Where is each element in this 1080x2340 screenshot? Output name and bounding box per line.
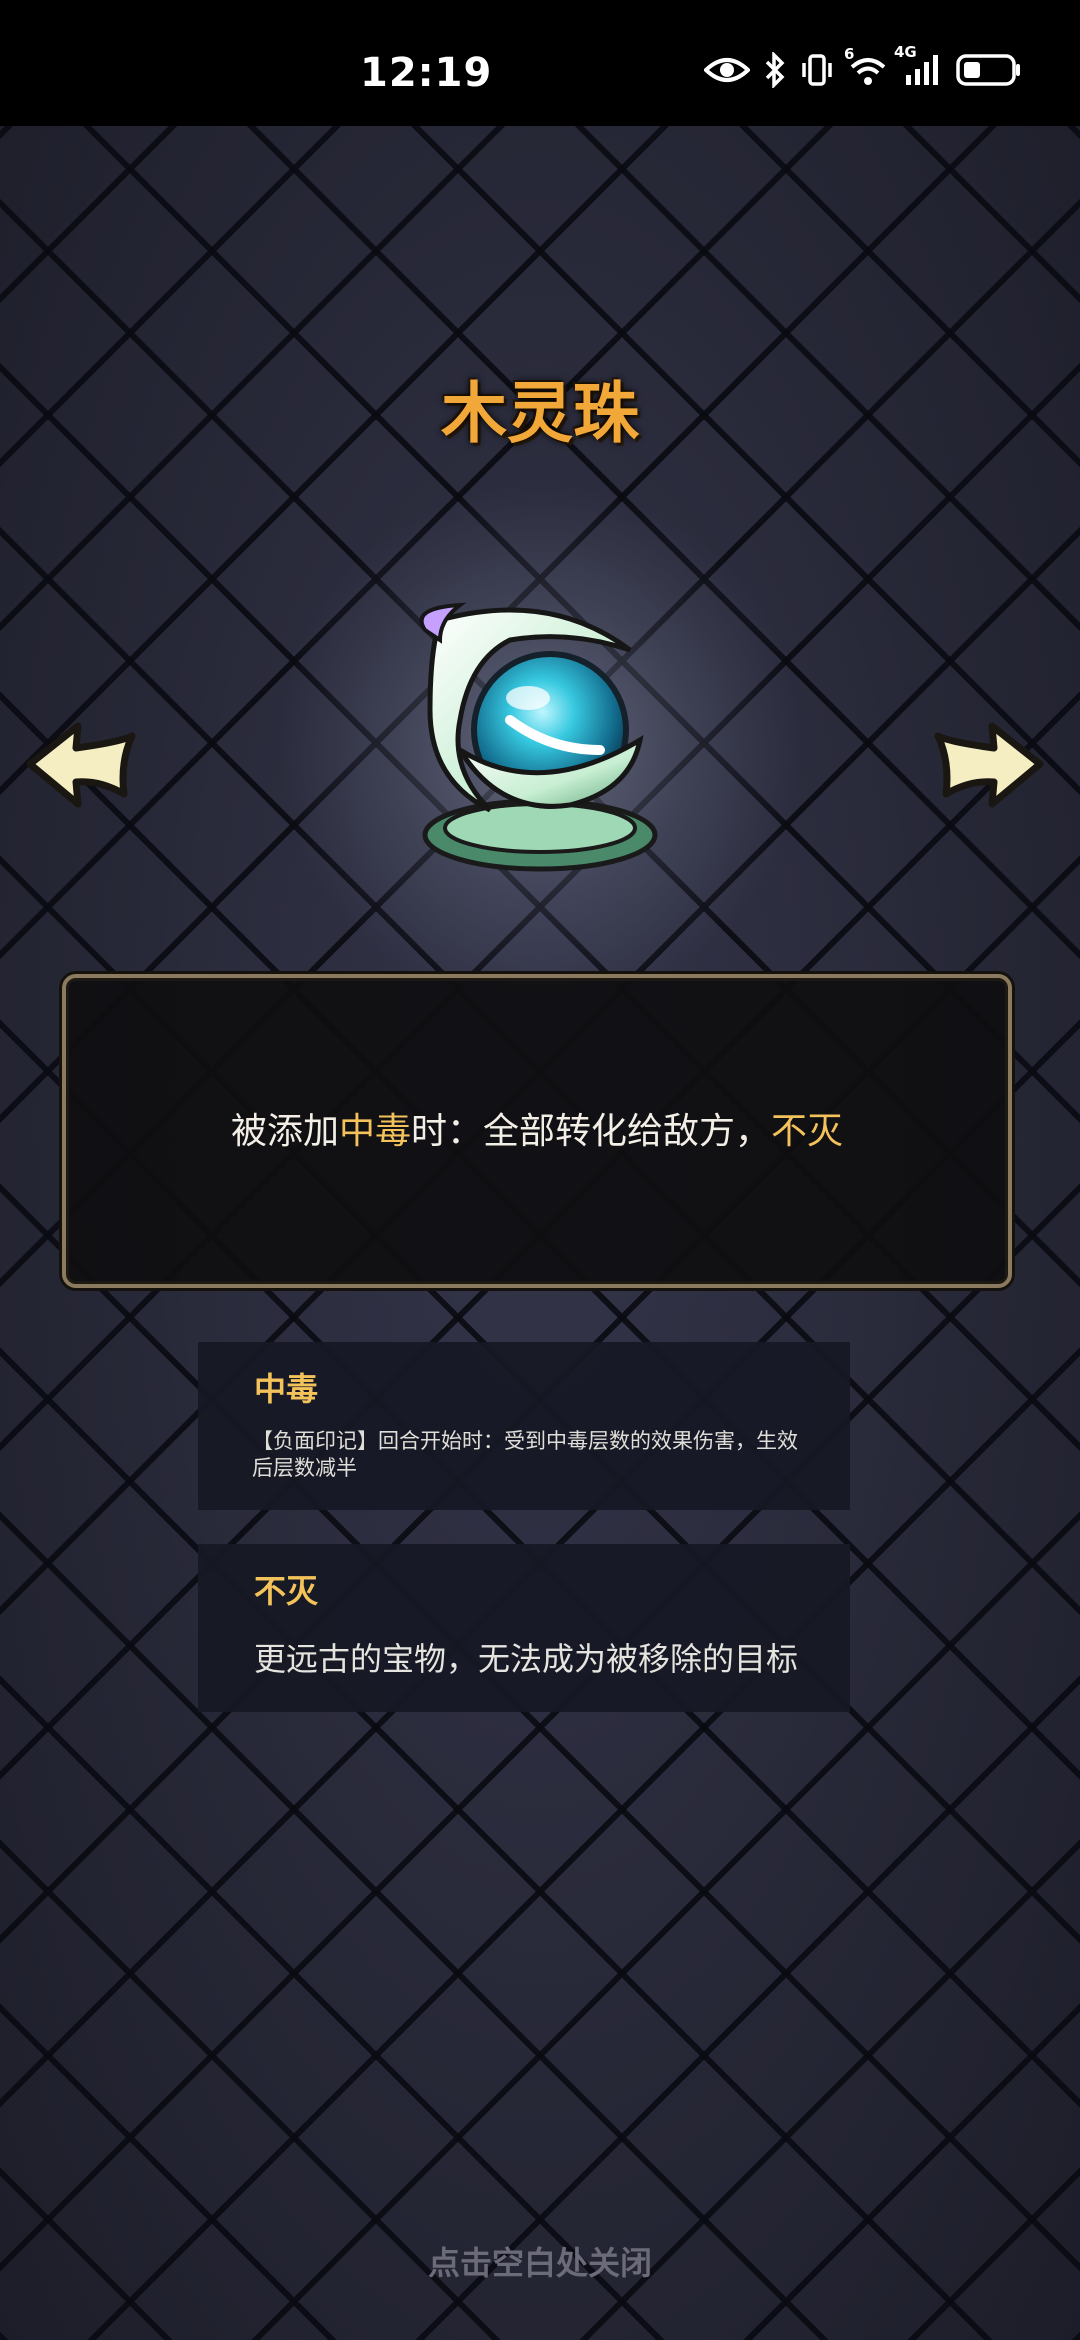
signal-4g-icon: 4G xyxy=(894,43,942,91)
effect-description-panel: 被添加中毒时：全部转化给敌方，不灭 xyxy=(62,974,1012,1288)
keyword-description: 【负面印记】回合开始时：受到中毒层数的效果伤害，生效后层数减半 xyxy=(252,1429,798,1480)
vibrate-icon xyxy=(800,53,834,91)
effect-keyword-indestructible[interactable]: 不灭 xyxy=(771,1111,843,1152)
wifi-badge: 6 xyxy=(844,45,855,63)
effect-text-part2: 时：全部转化给敌方， xyxy=(411,1111,772,1152)
wifi-icon: 6 xyxy=(844,45,888,91)
status-icons: 6 4G xyxy=(703,43,1022,92)
status-bar: 12:19 6 4G xyxy=(0,0,1080,126)
previous-item-arrow-icon[interactable] xyxy=(20,716,140,816)
keyword-card-poison: 中毒 【负面印记】回合开始时：受到中毒层数的效果伤害，生效后层数减半 xyxy=(198,1342,850,1510)
keyword-description: 更远古的宝物，无法成为被移除的目标 xyxy=(254,1640,799,1678)
effect-keyword-poison[interactable]: 中毒 xyxy=(339,1111,411,1152)
effect-text-part1: 被添加 xyxy=(230,1111,339,1152)
signal-badge: 4G xyxy=(894,43,917,61)
eye-icon xyxy=(703,54,751,90)
item-name: 木灵珠 xyxy=(441,375,639,452)
next-item-arrow-icon[interactable] xyxy=(930,716,1050,816)
bluetooth-icon xyxy=(764,50,786,92)
battery-icon xyxy=(956,53,1022,91)
system-navigation-bar xyxy=(0,2238,1080,2338)
spirit-orb-icon xyxy=(400,600,690,880)
effect-description: 被添加中毒时：全部转化给敌方，不灭 xyxy=(66,1102,1008,1154)
status-time: 12:19 xyxy=(360,50,493,96)
keyword-title: 中毒 xyxy=(254,1370,319,1408)
keyword-title: 不灭 xyxy=(254,1572,319,1610)
item-detail-overlay[interactable]: 木灵珠 被添加中毒时：全部转化给敌方，不灭 中毒 【负面印记】回合开始时：受到中… xyxy=(0,126,1080,2340)
keyword-card-indestructible: 不灭 更远古的宝物，无法成为被移除的目标 xyxy=(198,1544,850,1712)
